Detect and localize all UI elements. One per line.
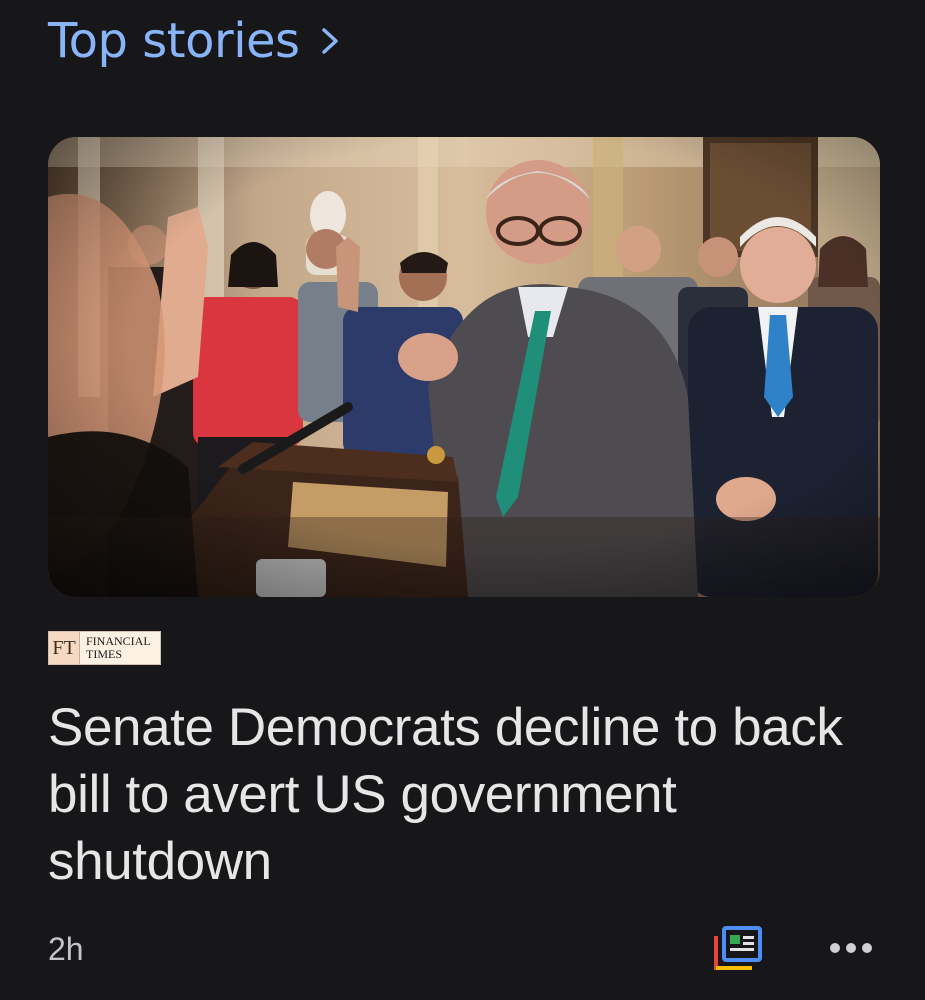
section-title: Top stories — [48, 13, 300, 69]
source-name: FINANCIAL TIMES — [86, 634, 151, 661]
full-coverage-icon[interactable] — [712, 926, 764, 972]
chevron-right-icon — [321, 28, 338, 54]
press-conference-photo — [48, 137, 880, 597]
source-logo-mark: FT — [49, 632, 80, 664]
story-timestamp: 2h — [48, 931, 84, 967]
top-stories-header[interactable]: Top stories — [48, 10, 342, 72]
source-logo[interactable]: FT FINANCIAL TIMES — [48, 631, 161, 665]
more-horizontal-icon[interactable] — [828, 932, 874, 964]
story-image[interactable] — [48, 137, 880, 597]
story-headline[interactable]: Senate Democrats decline to back bill to… — [48, 694, 848, 895]
